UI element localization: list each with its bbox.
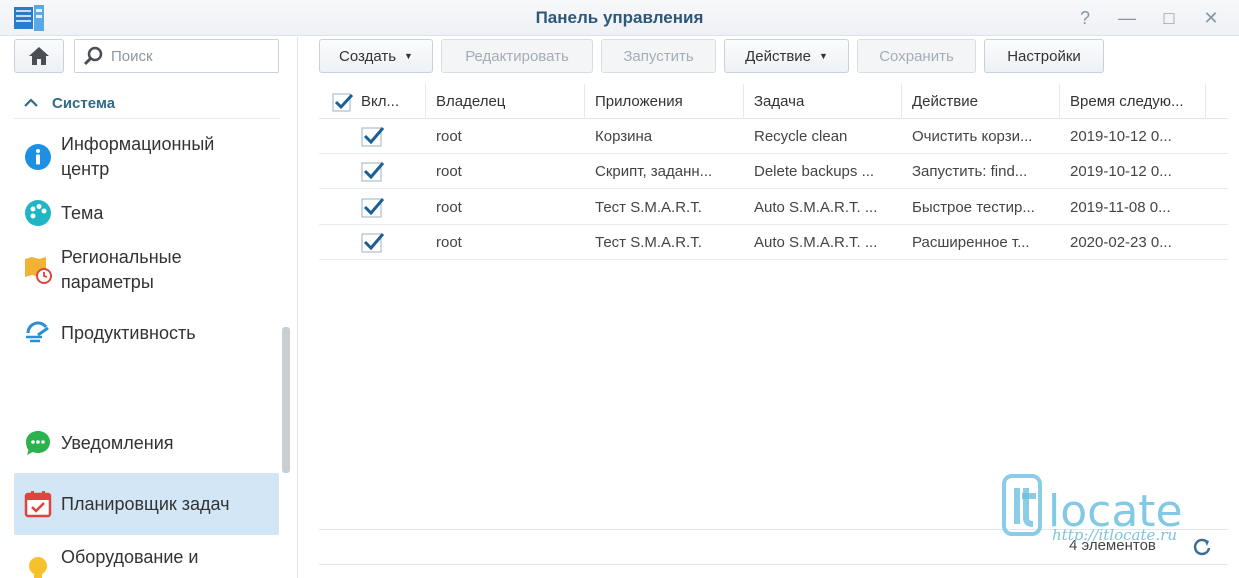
table-header: Вкл... Владелец Приложения Задача Действ… xyxy=(319,84,1228,119)
sidebar-item-label: Региональные параметры xyxy=(61,247,182,292)
table-row[interactable]: root Тест S.M.A.R.T. Auto S.M.A.R.T. ...… xyxy=(319,190,1228,225)
cell-owner: root xyxy=(436,127,462,145)
create-button[interactable]: Создать ▼ xyxy=(319,39,433,73)
col-next-run[interactable]: Время следую... xyxy=(1060,84,1206,119)
sidebar-item-regional[interactable]: Региональные параметры xyxy=(14,241,279,299)
cell-app: Скрипт, заданн... xyxy=(595,162,713,180)
cell-next-run: 2019-11-08 0... xyxy=(1070,198,1171,216)
chevron-up-icon xyxy=(24,95,38,112)
sidebar-item-label: Планировщик задач xyxy=(61,493,230,514)
cell-app: Тест S.M.A.R.T. xyxy=(595,233,702,251)
enabled-checkbox[interactable] xyxy=(361,231,385,253)
select-all-checkbox[interactable] xyxy=(331,91,355,113)
run-button[interactable]: Запустить xyxy=(601,39,716,73)
cell-next-run: 2019-10-12 0... xyxy=(1070,127,1172,145)
sidebar: Система Информационный центр Тема Регион… xyxy=(0,37,298,578)
cell-app: Корзина xyxy=(595,127,653,145)
map-clock-icon xyxy=(23,255,53,285)
action-button[interactable]: Действие ▼ xyxy=(724,39,849,73)
section-label: Система xyxy=(52,95,116,112)
cell-owner: root xyxy=(436,233,462,251)
col-action[interactable]: Действие xyxy=(902,84,1060,119)
sidebar-item-label: Продуктивность xyxy=(61,322,196,343)
save-button[interactable]: Сохранить xyxy=(857,39,976,73)
footer-bottom-border xyxy=(319,564,1228,565)
cell-next-run: 2019-10-12 0... xyxy=(1070,162,1172,180)
maximize-icon[interactable]: □ xyxy=(1149,4,1189,32)
sidebar-scrollbar[interactable] xyxy=(282,327,290,473)
cell-action: Очистить корзи... xyxy=(912,127,1033,145)
col-enabled[interactable]: Вкл... xyxy=(319,84,426,119)
minimize-icon[interactable]: — xyxy=(1107,4,1147,32)
sidebar-item-notifications[interactable]: Уведомления xyxy=(14,423,279,463)
sidebar-item-label: Оборудование и питание xyxy=(61,547,199,578)
title-bar: Панель управления ? — □ ✕ xyxy=(0,0,1239,36)
sidebar-item-label: Информационный центр xyxy=(61,134,215,179)
cell-task: Delete backups ... xyxy=(754,162,875,180)
cell-app: Тест S.M.A.R.T. xyxy=(595,198,702,216)
cell-task: Auto S.M.A.R.T. ... xyxy=(754,233,878,251)
sidebar-item-theme[interactable]: Тема xyxy=(14,193,279,233)
caret-down-icon: ▼ xyxy=(404,51,413,61)
cell-task: Recycle clean xyxy=(754,127,848,145)
cell-action: Быстрое тестир... xyxy=(912,198,1035,216)
search-box[interactable] xyxy=(74,39,279,73)
caret-down-icon: ▼ xyxy=(819,51,828,61)
sidebar-item-performance[interactable]: Продуктивность xyxy=(14,313,279,353)
bulb-icon xyxy=(23,555,53,578)
help-icon[interactable]: ? xyxy=(1065,4,1105,32)
window-title: Панель управления xyxy=(535,8,704,27)
table-row[interactable]: root Тест S.M.A.R.T. Auto S.M.A.R.T. ...… xyxy=(319,225,1228,260)
col-enabled-label: Вкл... xyxy=(361,93,399,110)
close-icon[interactable]: ✕ xyxy=(1191,4,1231,32)
speed-icon xyxy=(23,318,53,348)
edit-button[interactable]: Редактировать xyxy=(441,39,593,73)
chat-bubble-icon xyxy=(23,428,53,458)
info-icon xyxy=(23,142,53,172)
search-icon xyxy=(83,46,103,66)
cell-owner: root xyxy=(436,162,462,180)
calendar-check-icon xyxy=(23,489,53,519)
cell-next-run: 2020-02-23 0... xyxy=(1070,233,1172,251)
palette-icon xyxy=(23,198,53,228)
cell-task: Auto S.M.A.R.T. ... xyxy=(754,198,878,216)
settings-button[interactable]: Настройки xyxy=(984,39,1104,73)
col-applications[interactable]: Приложения xyxy=(585,84,744,119)
sidebar-item-hardware-power[interactable]: Оборудование и питание xyxy=(14,541,279,578)
cell-action: Расширенное т... xyxy=(912,233,1030,251)
cell-owner: root xyxy=(436,198,462,216)
col-task[interactable]: Задача xyxy=(744,84,902,119)
sidebar-item-task-scheduler[interactable]: Планировщик задач xyxy=(14,473,279,535)
enabled-checkbox[interactable] xyxy=(361,196,385,218)
table-row[interactable]: root Корзина Recycle clean Очистить корз… xyxy=(319,119,1228,154)
enabled-checkbox[interactable] xyxy=(361,160,385,182)
create-button-label: Создать xyxy=(339,47,397,65)
sidebar-item-label: Тема xyxy=(61,202,104,223)
col-owner[interactable]: Владелец xyxy=(426,84,585,119)
sidebar-item-label: Уведомления xyxy=(61,432,174,453)
home-button[interactable] xyxy=(14,39,64,73)
action-button-label: Действие xyxy=(745,47,812,65)
home-icon xyxy=(29,47,49,65)
table-row[interactable]: root Скрипт, заданн... Delete backups ..… xyxy=(319,154,1228,189)
watermark-url: http://itlocate.ru xyxy=(1052,526,1177,544)
search-input[interactable] xyxy=(111,47,271,65)
refresh-icon[interactable] xyxy=(1192,537,1212,562)
enabled-checkbox[interactable] xyxy=(361,125,385,147)
section-system[interactable]: Система xyxy=(14,89,280,119)
sidebar-item-info-center[interactable]: Информационный центр xyxy=(14,129,279,185)
cell-action: Запустить: find... xyxy=(912,162,1028,180)
